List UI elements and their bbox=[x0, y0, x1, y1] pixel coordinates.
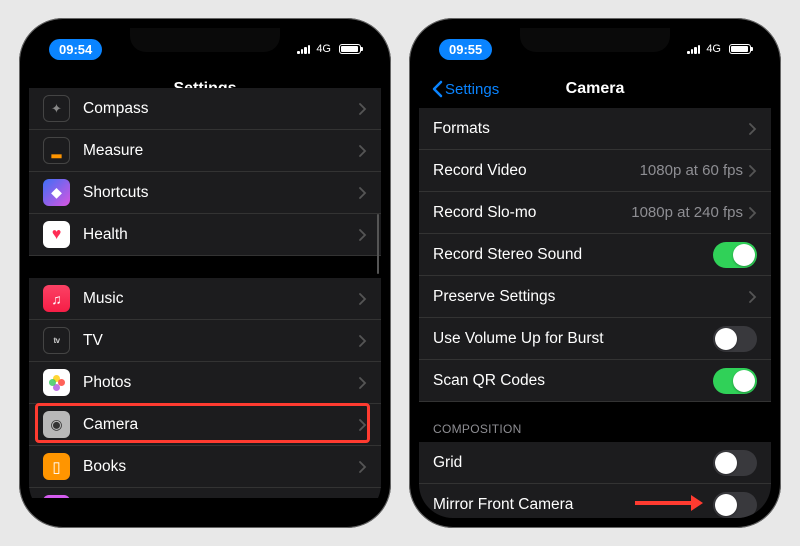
chevron-right-icon bbox=[359, 145, 367, 157]
shortcuts-icon: ◆ bbox=[43, 179, 70, 206]
settings-row-measure[interactable]: ▂ Measure bbox=[29, 130, 381, 172]
row-grid: Grid bbox=[419, 442, 771, 484]
chevron-right-icon bbox=[359, 229, 367, 241]
row-label: Photos bbox=[83, 374, 359, 392]
status-time: 09:54 bbox=[49, 39, 102, 60]
toggle-stereo-sound[interactable] bbox=[713, 242, 757, 268]
row-label: Books bbox=[83, 458, 359, 476]
screen: 09:55 4G Settings Camera Formats Record … bbox=[419, 28, 771, 518]
row-label: Music bbox=[83, 290, 359, 308]
annotation-arrow-mirror bbox=[635, 495, 703, 511]
tv-icon: tv bbox=[43, 327, 70, 354]
chevron-right-icon bbox=[359, 419, 367, 431]
row-value: 1080p at 60 fps bbox=[640, 162, 743, 179]
toggle-volume-burst[interactable] bbox=[713, 326, 757, 352]
chevron-right-icon bbox=[749, 165, 757, 177]
row-mirror-front-camera: Mirror Front Camera bbox=[419, 484, 771, 518]
chevron-right-icon bbox=[749, 291, 757, 303]
nav-bar: Settings Camera bbox=[419, 70, 771, 108]
row-formats[interactable]: Formats bbox=[419, 108, 771, 150]
row-label: Preserve Settings bbox=[433, 288, 749, 306]
notch bbox=[520, 28, 670, 52]
row-label: Record Slo-mo bbox=[433, 204, 631, 222]
settings-row-photos[interactable]: Photos bbox=[29, 362, 381, 404]
row-label: Record Stereo Sound bbox=[433, 246, 713, 264]
settings-row-music[interactable]: ♫ Music bbox=[29, 278, 381, 320]
status-right: 4G bbox=[297, 43, 361, 55]
battery-icon bbox=[339, 44, 361, 54]
row-label: TV bbox=[83, 332, 359, 350]
chevron-right-icon bbox=[749, 123, 757, 135]
row-label: Compass bbox=[83, 100, 359, 118]
toggle-mirror-front-camera[interactable] bbox=[713, 492, 757, 518]
compass-icon: ✦ bbox=[43, 95, 70, 122]
chevron-right-icon bbox=[749, 207, 757, 219]
row-record-slomo[interactable]: Record Slo-mo 1080p at 240 fps bbox=[419, 192, 771, 234]
settings-row-compass[interactable]: ✦ Compass bbox=[29, 88, 381, 130]
battery-icon bbox=[729, 44, 751, 54]
phone-left: 09:54 4G Settings ✦ Compass ▂ Measure ◆ bbox=[19, 18, 391, 528]
signal-icon bbox=[687, 44, 700, 54]
settings-row-shortcuts[interactable]: ◆ Shortcuts bbox=[29, 172, 381, 214]
settings-row-tv[interactable]: tv TV bbox=[29, 320, 381, 362]
row-label: Grid bbox=[433, 454, 713, 472]
row-label: Use Volume Up for Burst bbox=[433, 330, 713, 348]
row-volume-burst: Use Volume Up for Burst bbox=[419, 318, 771, 360]
toggle-scan-qr[interactable] bbox=[713, 368, 757, 394]
settings-row-podcasts[interactable]: ⊚ Podcasts bbox=[29, 488, 381, 498]
row-label: Shortcuts bbox=[83, 184, 359, 202]
row-scan-qr: Scan QR Codes bbox=[419, 360, 771, 402]
health-icon: ♥ bbox=[43, 221, 70, 248]
network-label: 4G bbox=[316, 43, 331, 55]
chevron-right-icon bbox=[359, 293, 367, 305]
chevron-right-icon bbox=[359, 377, 367, 389]
section-header-composition: COMPOSITION bbox=[419, 402, 771, 442]
podcasts-icon: ⊚ bbox=[43, 495, 70, 498]
row-label: Formats bbox=[433, 120, 749, 138]
music-icon: ♫ bbox=[43, 285, 70, 312]
row-label: Measure bbox=[83, 142, 359, 160]
row-record-video[interactable]: Record Video 1080p at 60 fps bbox=[419, 150, 771, 192]
chevron-right-icon bbox=[359, 103, 367, 115]
chevron-right-icon bbox=[359, 461, 367, 473]
row-label: Record Video bbox=[433, 162, 640, 180]
books-icon: ▯ bbox=[43, 453, 70, 480]
settings-row-camera[interactable]: ◉ Camera bbox=[29, 404, 381, 446]
settings-row-books[interactable]: ▯ Books bbox=[29, 446, 381, 488]
screen: 09:54 4G Settings ✦ Compass ▂ Measure ◆ bbox=[29, 28, 381, 518]
chevron-right-icon bbox=[359, 187, 367, 199]
row-preserve-settings[interactable]: Preserve Settings bbox=[419, 276, 771, 318]
back-label: Settings bbox=[445, 81, 499, 98]
settings-list[interactable]: ✦ Compass ▂ Measure ◆ Shortcuts ♥ Health bbox=[29, 88, 381, 498]
camera-icon: ◉ bbox=[43, 411, 70, 438]
chevron-right-icon bbox=[359, 335, 367, 347]
section-separator bbox=[29, 256, 381, 278]
notch bbox=[130, 28, 280, 52]
status-right: 4G bbox=[687, 43, 751, 55]
toggle-grid[interactable] bbox=[713, 450, 757, 476]
signal-icon bbox=[297, 44, 310, 54]
camera-settings-list[interactable]: Formats Record Video 1080p at 60 fps Rec… bbox=[419, 108, 771, 518]
scroll-indicator[interactable] bbox=[377, 214, 380, 274]
back-button[interactable]: Settings bbox=[431, 80, 499, 98]
network-label: 4G bbox=[706, 43, 721, 55]
settings-row-health[interactable]: ♥ Health bbox=[29, 214, 381, 256]
row-stereo-sound: Record Stereo Sound bbox=[419, 234, 771, 276]
row-value: 1080p at 240 fps bbox=[631, 204, 743, 221]
status-time: 09:55 bbox=[439, 39, 492, 60]
phone-right: 09:55 4G Settings Camera Formats Record … bbox=[409, 18, 781, 528]
measure-icon: ▂ bbox=[43, 137, 70, 164]
row-label: Camera bbox=[83, 416, 359, 434]
row-label: Health bbox=[83, 226, 359, 244]
row-label: Scan QR Codes bbox=[433, 372, 713, 390]
photos-icon bbox=[43, 369, 70, 396]
page-title: Camera bbox=[566, 80, 625, 98]
